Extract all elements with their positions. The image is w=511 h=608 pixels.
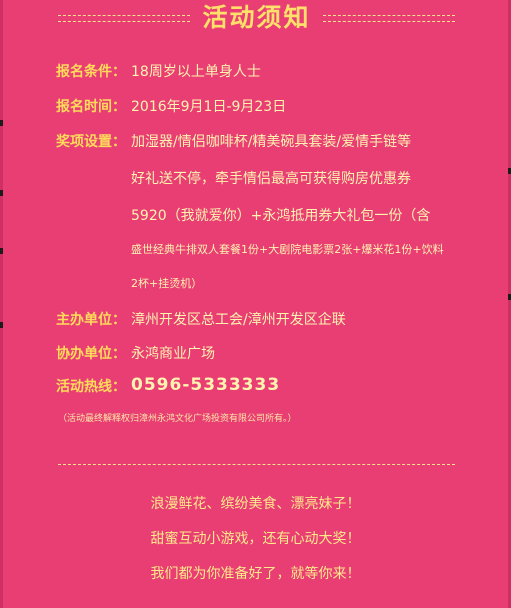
edge-marker [0, 248, 3, 254]
prizes-label: 奖项设置： [56, 134, 126, 150]
edge-marker [0, 120, 3, 126]
prizes-line: 加湿器/情侣咖啡杯/精美碗具套装/爱情手链等 [131, 134, 412, 150]
left-edge [0, 0, 3, 608]
title-divider-left [58, 15, 190, 22]
time-label: 报名时间： [56, 99, 126, 115]
cohost-label: 协办单位： [56, 346, 126, 362]
slogan-line: 我们都为你准备好了，就等你来！ [150, 566, 361, 582]
title-divider-right [323, 15, 455, 22]
hotline-value: 0596-5333333 [131, 375, 281, 395]
edge-marker [0, 322, 3, 328]
host-value: 漳州开发区总工会/漳州开发区企联 [131, 312, 346, 328]
page-title: 活动须知 [202, 3, 311, 32]
edge-marker [0, 190, 3, 196]
disclaimer-note: （活动最终解释权归漳州永鸿文化广场投资有限公司所有。） [58, 414, 297, 424]
time-value: 2016年9月1日-9月23日 [131, 99, 287, 115]
condition-value: 18周岁以上单身人士 [131, 64, 261, 80]
cohost-value: 永鸿商业广场 [131, 346, 215, 362]
prizes-line: 盛世经典牛排双人套餐1份+大剧院电影票2张+爆米花1份+饮料 [131, 243, 444, 256]
host-label: 主办单位： [56, 312, 126, 328]
prizes-line: 2杯+挂烫机） [131, 277, 203, 290]
condition-label: 报名条件： [56, 64, 126, 80]
slogan-line: 甜蜜互动小游戏，还有心动大奖！ [150, 531, 361, 547]
header: 活动须知 [0, 0, 511, 36]
slogan-line: 浪漫鲜花、缤纷美食、漂亮妹子！ [150, 496, 361, 512]
hotline-label: 活动热线： [56, 379, 126, 395]
section-divider [58, 464, 455, 465]
prizes-line: 5920（我就爱你）+永鸿抵用券大礼包一份（含 [131, 208, 431, 224]
prizes-line: 好礼送不停，牵手情侣最高可获得购房优惠券 [131, 171, 411, 187]
